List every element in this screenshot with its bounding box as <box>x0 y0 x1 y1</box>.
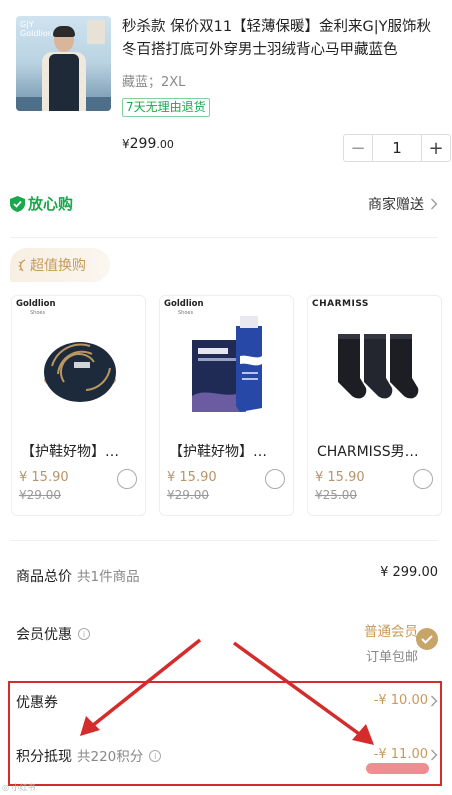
shoe-cleaner-tube-image <box>192 316 262 412</box>
order-product: G|Y Goldlion 秒杀款 保价双11【轻薄保暖】金利来G|Y服饰秋冬百搭打… <box>16 16 451 166</box>
shoe-polish-tin-image <box>44 342 116 402</box>
value-swap-tag: 超值换购 <box>10 248 110 282</box>
card-title: CHARMISS男… <box>317 444 419 460</box>
decrease-button[interactable]: − <box>344 135 372 161</box>
member-label: 会员优惠 <box>16 627 72 643</box>
total-count: 共1件商品 <box>77 569 140 585</box>
info-icon[interactable]: i <box>78 628 90 640</box>
swap-card[interactable]: Goldlion Shoes 【护鞋好物】… ¥ 15.90 ¥29.00 <box>11 295 146 516</box>
card-original-price: ¥25.00 <box>315 488 357 502</box>
member-check-icon[interactable] <box>416 628 438 650</box>
product-spec: 藏蓝；2XL <box>122 75 186 90</box>
free-shipping-note: 订单包邮 <box>365 650 418 665</box>
swap-card[interactable]: CHARMISS CHARMISS男… ¥ 15.90 ¥25.00 <box>307 295 442 516</box>
select-radio[interactable] <box>413 469 433 489</box>
total-price-row: 商品总价 共1件商品 ¥ 299.00 <box>16 565 438 586</box>
product-price: ¥299.00 <box>122 136 174 152</box>
card-title: 【护鞋好物】… <box>169 444 267 460</box>
card-brand-logo: Goldlion Shoes <box>16 299 56 317</box>
divider <box>10 540 438 541</box>
value-swap-label: 超值换购 <box>30 258 86 274</box>
increase-button[interactable]: + <box>422 135 450 161</box>
shield-check-icon <box>10 195 25 212</box>
quantity-value[interactable]: 1 <box>372 135 422 161</box>
swap-card[interactable]: Goldlion Shoes 【护鞋好物】… ¥ 15.90 ¥29.00 <box>159 295 294 516</box>
product-title[interactable]: 秒杀款 保价双11【轻薄保暖】金利来G|Y服饰秋冬百搭打底可外穿男士羽绒背心马甲… <box>122 16 436 62</box>
merchant-gift-label: 商家赠送 <box>368 197 424 213</box>
annotation-box <box>8 681 442 786</box>
product-thumbnail[interactable]: G|Y Goldlion <box>16 16 111 111</box>
card-price: ¥ 15.90 <box>167 470 217 485</box>
divider <box>10 237 438 238</box>
member-level: 普通会员 <box>364 624 418 640</box>
card-price: ¥ 15.90 <box>315 470 365 485</box>
card-brand-logo: Goldlion Shoes <box>164 299 204 317</box>
assurance-row: 放心购 <box>10 193 73 214</box>
quantity-stepper: − 1 + <box>343 134 451 162</box>
price-currency: ¥ <box>122 137 130 151</box>
select-radio[interactable] <box>117 469 137 489</box>
card-original-price: ¥29.00 <box>167 488 209 502</box>
laurel-icon <box>18 258 26 271</box>
merchant-gift-link[interactable]: 商家赠送 <box>368 194 438 214</box>
swap-product-list: Goldlion Shoes 【护鞋好物】… ¥ 15.90 ¥29.00 Gol… <box>11 295 442 517</box>
chevron-right-icon <box>431 198 438 210</box>
thumb-model <box>42 26 86 111</box>
thumb-tag <box>87 20 105 44</box>
return-policy-badge: 7天无理由退货 <box>122 98 210 117</box>
card-title: 【护鞋好物】… <box>21 444 119 460</box>
card-brand-logo: CHARMISS <box>312 299 369 309</box>
price-dec: .00 <box>156 138 174 151</box>
select-radio[interactable] <box>265 469 285 489</box>
black-socks-image <box>338 334 419 399</box>
card-price: ¥ 15.90 <box>19 470 69 485</box>
assurance-label: 放心购 <box>28 195 74 213</box>
watermark: ◎ 小红书 <box>2 783 36 792</box>
total-label: 商品总价 <box>16 569 72 585</box>
price-int: 299 <box>129 136 157 152</box>
total-value: ¥ 299.00 <box>380 565 438 580</box>
card-original-price: ¥29.00 <box>19 488 61 502</box>
